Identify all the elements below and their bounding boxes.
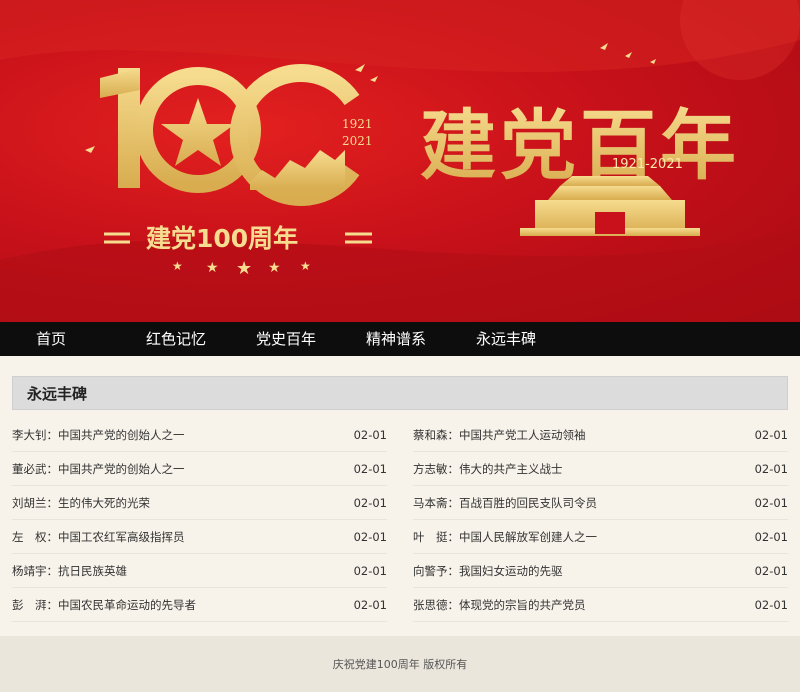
list-item-title[interactable]: 左 权：中国工农红军高级指挥员: [12, 529, 185, 545]
banner-artwork: 1921 2021 建党100周年 ★ ★ ★ ★ ★ 建党百年 1921-20…: [0, 0, 800, 322]
logo-year-end: 2021: [342, 134, 373, 148]
list-item-title[interactable]: 杨靖宇：抗日民族英雄: [12, 563, 127, 579]
nav-item-home[interactable]: 首页: [0, 322, 110, 356]
list-item-title[interactable]: 董必武：中国共产党的创始人之一: [12, 461, 185, 477]
list-item-date: 02-01: [353, 427, 387, 442]
list-item-date: 02-01: [754, 597, 788, 612]
list-item[interactable]: 董必武：中国共产党的创始人之一 02-01: [12, 452, 387, 486]
list-item-title[interactable]: 刘胡兰：生的伟大死的光荣: [12, 495, 150, 511]
centenary-years: 1921-2021: [612, 157, 683, 172]
article-list-right: 蔡和森：中国共产党工人运动领袖 02-01 方志敏：伟大的共产主义战士 02-01 …: [413, 418, 788, 622]
centenary-title: 建党百年 1921-2021: [420, 43, 736, 236]
svg-text:★: ★: [300, 259, 311, 273]
logo-year-start: 1921: [342, 117, 373, 131]
list-item[interactable]: 方志敏：伟大的共产主义战士 02-01: [413, 452, 788, 486]
logo-caption: 建党100周年: [146, 224, 298, 253]
svg-text:★: ★: [172, 259, 183, 273]
main-nav: 首页 红色记忆 党史百年 精神谱系 永远丰碑: [0, 322, 800, 356]
list-item-title[interactable]: 向警予：我国妇女运动的先驱: [413, 563, 563, 579]
list-item-title[interactable]: 张思德：体现党的宗旨的共产党员: [413, 597, 586, 613]
section-title: 永远丰碑: [12, 376, 788, 410]
list-item-date: 02-01: [754, 529, 788, 544]
list-item-title[interactable]: 彭 湃：中国农民革命运动的先导者: [12, 597, 196, 613]
list-item-date: 02-01: [353, 529, 387, 544]
svg-text:★: ★: [268, 260, 281, 276]
list-item-title[interactable]: 马本斋：百战百胜的回民支队司令员: [413, 495, 597, 511]
copyright-text: 庆祝党建100周年 版权所有: [332, 658, 468, 671]
svg-text:★: ★: [236, 258, 252, 279]
list-item-date: 02-01: [353, 461, 387, 476]
list-item[interactable]: 左 权：中国工农红军高级指挥员 02-01: [12, 520, 387, 554]
list-item[interactable]: 彭 湃：中国农民革命运动的先导者 02-01: [12, 588, 387, 622]
svg-text:★: ★: [206, 260, 219, 276]
article-list-left: 李大钊：中国共产党的创始人之一 02-01 董必武：中国共产党的创始人之一 02-0…: [12, 418, 387, 622]
list-item-title[interactable]: 蔡和森：中国共产党工人运动领袖: [413, 427, 586, 443]
list-item[interactable]: 蔡和森：中国共产党工人运动领袖 02-01: [413, 418, 788, 452]
nav-item-spirit-lineage[interactable]: 精神谱系: [330, 322, 440, 356]
list-item-title[interactable]: 李大钊：中国共产党的创始人之一: [12, 427, 185, 443]
banner: 1921 2021 建党100周年 ★ ★ ★ ★ ★ 建党百年 1921-20…: [0, 0, 800, 322]
list-item[interactable]: 李大钊：中国共产党的创始人之一 02-01: [12, 418, 387, 452]
list-item[interactable]: 向警予：我国妇女运动的先驱 02-01: [413, 554, 788, 588]
list-item[interactable]: 杨靖宇：抗日民族英雄 02-01: [12, 554, 387, 588]
main-content: 永远丰碑 李大钊：中国共产党的创始人之一 02-01 董必武：中国共产党的创始人之…: [0, 356, 800, 622]
list-item[interactable]: 刘胡兰：生的伟大死的光荣 02-01: [12, 486, 387, 520]
nav-item-red-memory[interactable]: 红色记忆: [110, 322, 220, 356]
nav-item-monument[interactable]: 永远丰碑: [440, 322, 550, 356]
list-item-date: 02-01: [754, 461, 788, 476]
article-lists: 李大钊：中国共产党的创始人之一 02-01 董必武：中国共产党的创始人之一 02-0…: [12, 418, 788, 622]
list-item-date: 02-01: [754, 495, 788, 510]
list-item-date: 02-01: [754, 427, 788, 442]
list-item[interactable]: 张思德：体现党的宗旨的共产党员 02-01: [413, 588, 788, 622]
list-item[interactable]: 马本斋：百战百胜的回民支队司令员 02-01: [413, 486, 788, 520]
list-item-title[interactable]: 叶 挺：中国人民解放军创建人之一: [413, 529, 597, 545]
list-item-title[interactable]: 方志敏：伟大的共产主义战士: [413, 461, 563, 477]
list-item-date: 02-01: [754, 563, 788, 578]
footer: 庆祝党建100周年 版权所有: [0, 636, 800, 692]
list-item-date: 02-01: [353, 563, 387, 578]
list-item-date: 02-01: [353, 597, 387, 612]
list-item[interactable]: 叶 挺：中国人民解放军创建人之一 02-01: [413, 520, 788, 554]
list-item-date: 02-01: [353, 495, 387, 510]
nav-item-party-history[interactable]: 党史百年: [220, 322, 330, 356]
